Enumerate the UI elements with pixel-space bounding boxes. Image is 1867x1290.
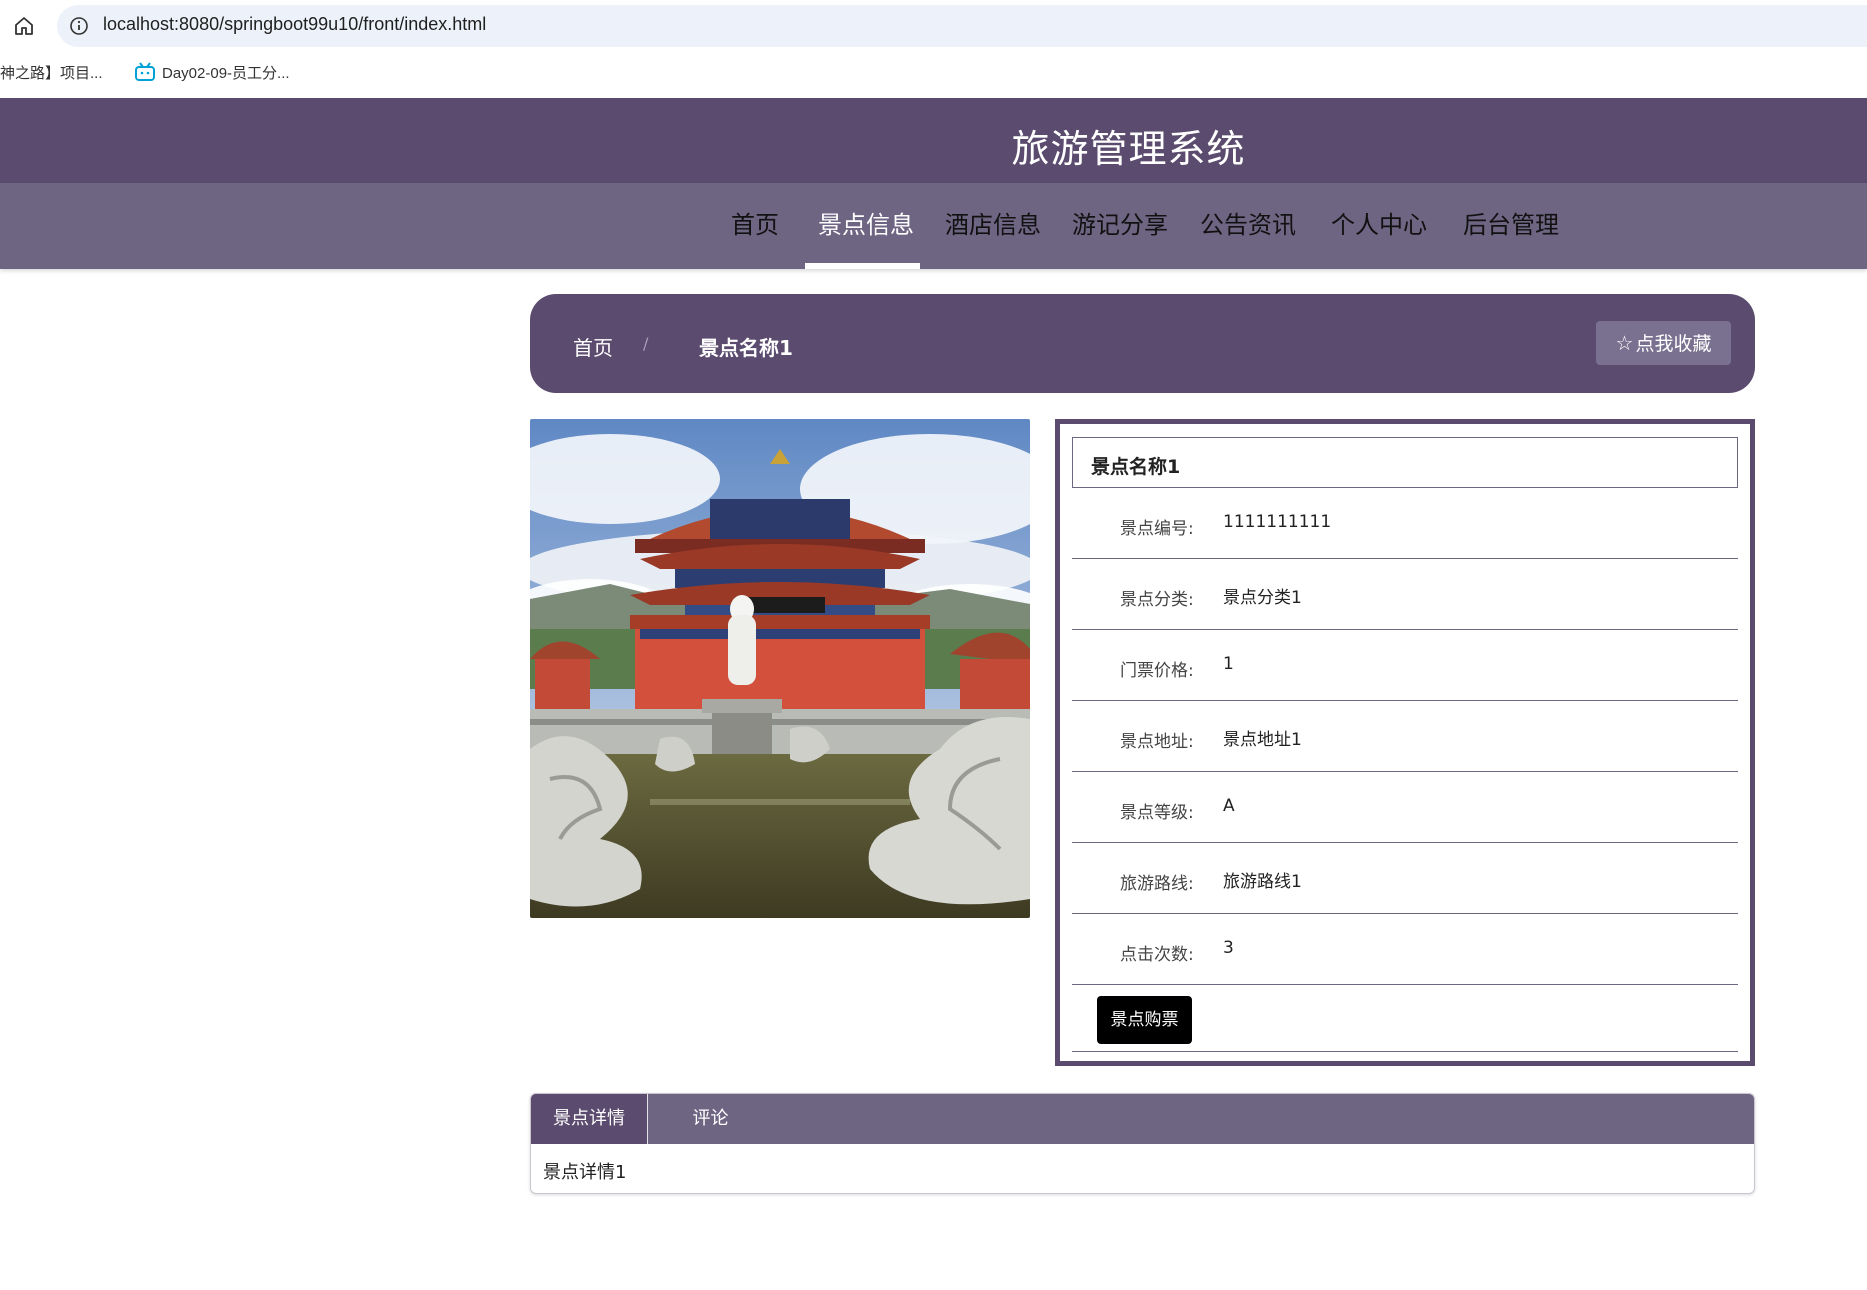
site-info-icon[interactable] — [68, 15, 90, 37]
scenic-name-box: 景点名称1 — [1072, 437, 1738, 488]
favorite-button[interactable]: ☆ 点我收藏 — [1596, 321, 1731, 365]
info-value: A — [1223, 796, 1235, 816]
star-icon: ☆ — [1615, 331, 1634, 355]
info-label: 旅游路线: — [1120, 874, 1194, 894]
info-row: 旅游路线: 旅游路线1 — [1072, 843, 1738, 914]
site-title: 旅游管理系统 — [1011, 127, 1246, 171]
url-text[interactable]: localhost:8080/springboot99u10/front/ind… — [103, 14, 486, 35]
nav-item-home[interactable]: 首页 — [731, 205, 779, 240]
tab-header: 景点详情 评论 — [531, 1094, 1754, 1144]
nav-item-personal[interactable]: 个人中心 — [1331, 205, 1427, 240]
nav-item-travelogue[interactable]: 游记分享 — [1072, 205, 1168, 240]
main-nav: 首页 景点信息 酒店信息 游记分享 公告资讯 个人中心 后台管理 — [0, 183, 1867, 269]
tab-details[interactable]: 景点详情 — [531, 1094, 648, 1144]
info-row: 景点编号: 1111111111 — [1072, 488, 1738, 559]
info-value: 1 — [1223, 654, 1234, 674]
bookmark-item[interactable]: 神之路】项目... — [0, 62, 103, 83]
temple-photo-icon — [530, 419, 1030, 918]
scenic-name: 景点名称1 — [1091, 456, 1181, 478]
nav-item-hotel[interactable]: 酒店信息 — [945, 205, 1041, 240]
tab-content: 景点详情1 — [543, 1162, 627, 1183]
favorite-button-label: 点我收藏 — [1635, 333, 1712, 355]
info-value: 旅游路线1 — [1223, 872, 1302, 892]
info-row: 景点等级: A — [1072, 772, 1738, 843]
site-header: 旅游管理系统 — [0, 98, 1867, 183]
home-icon[interactable] — [12, 14, 36, 38]
breadcrumb: 首页 / 景点名称1 ☆ 点我收藏 — [530, 294, 1755, 393]
info-label: 景点编号: — [1120, 519, 1194, 539]
scenic-image — [530, 419, 1030, 918]
info-label: 点击次数: — [1120, 945, 1194, 965]
buy-ticket-button[interactable]: 景点购票 — [1097, 996, 1192, 1044]
info-value: 3 — [1223, 938, 1234, 958]
nav-item-admin[interactable]: 后台管理 — [1463, 205, 1559, 240]
tab-comments[interactable]: 评论 — [648, 1094, 773, 1144]
detail-tabs: 景点详情 评论 景点详情1 — [530, 1093, 1755, 1194]
nav-active-indicator — [805, 263, 920, 269]
scenic-info-panel: 景点名称1 景点编号: 1111111111 景点分类: 景点分类1 门票价格:… — [1055, 419, 1755, 1066]
info-row: 景点地址: 景点地址1 — [1072, 701, 1738, 772]
info-label: 景点地址: — [1120, 732, 1194, 752]
bilibili-icon — [135, 62, 155, 81]
breadcrumb-separator: / — [643, 334, 649, 353]
info-row: 门票价格: 1 — [1072, 630, 1738, 701]
info-value: 景点分类1 — [1223, 588, 1302, 608]
bookmarks-bar: 神之路】项目... Day02-09-员工分... — [0, 58, 1867, 88]
info-row: 景点分类: 景点分类1 — [1072, 559, 1738, 630]
info-value: 景点地址1 — [1223, 730, 1302, 750]
info-label: 景点等级: — [1120, 803, 1194, 823]
info-label: 门票价格: — [1120, 661, 1194, 681]
nav-item-scenic[interactable]: 景点信息 — [818, 205, 914, 240]
breadcrumb-current: 景点名称1 — [699, 336, 793, 360]
nav-item-news[interactable]: 公告资讯 — [1200, 205, 1296, 240]
info-row: 点击次数: 3 — [1072, 914, 1738, 985]
info-value: 1111111111 — [1223, 512, 1332, 532]
bookmark-item[interactable]: Day02-09-员工分... — [162, 62, 290, 83]
browser-toolbar: localhost:8080/springboot99u10/front/ind… — [0, 0, 1867, 52]
breadcrumb-home[interactable]: 首页 — [573, 332, 613, 361]
buy-row: 景点购票 — [1072, 989, 1738, 1052]
info-label: 景点分类: — [1120, 590, 1194, 610]
